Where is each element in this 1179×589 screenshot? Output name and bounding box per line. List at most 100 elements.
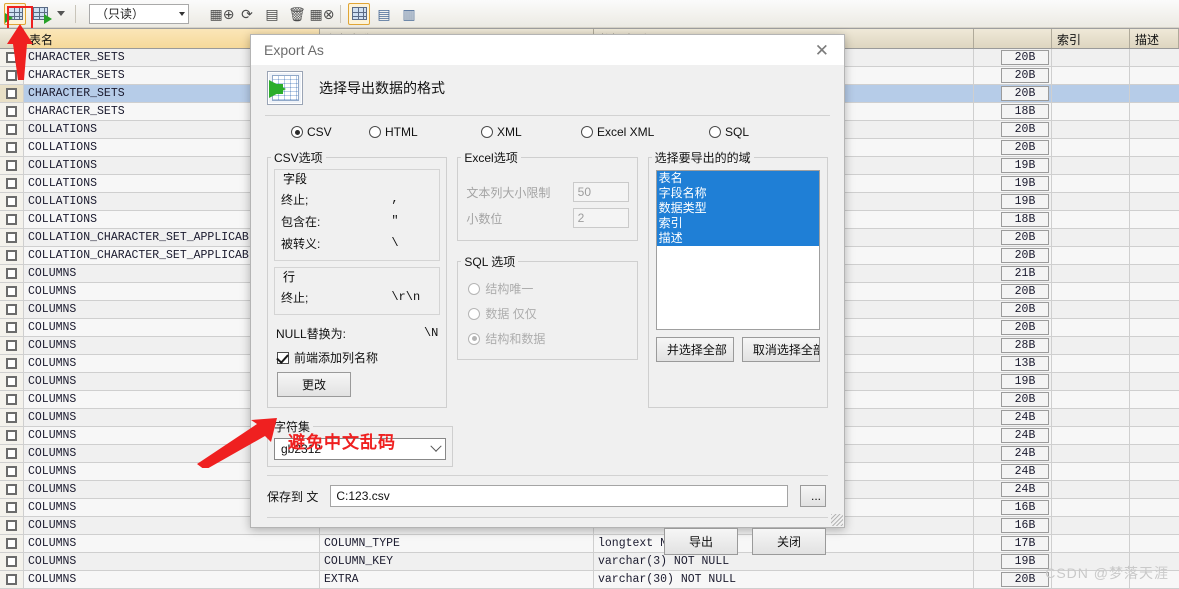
row-checkbox[interactable] bbox=[0, 463, 24, 480]
field-list-item[interactable]: 表名 bbox=[656, 171, 820, 186]
row-checkbox[interactable] bbox=[0, 193, 24, 210]
row-checkbox[interactable] bbox=[0, 337, 24, 354]
cell-length: 20B bbox=[974, 571, 1052, 588]
format-radio-sql[interactable]: SQL bbox=[709, 125, 749, 139]
cell-length: 24B bbox=[974, 409, 1052, 426]
resize-handle[interactable] bbox=[831, 514, 843, 526]
format-radio-xml[interactable]: XML bbox=[481, 125, 581, 139]
row-checkbox[interactable] bbox=[0, 103, 24, 120]
sql-option-radio[interactable]: 结构唯一 bbox=[458, 276, 636, 301]
row-checkbox[interactable] bbox=[0, 211, 24, 228]
cell-index bbox=[1052, 283, 1130, 300]
row-checkbox[interactable] bbox=[0, 427, 24, 444]
grid-header-index[interactable]: 索引 bbox=[1052, 29, 1130, 48]
delete-icon[interactable]: 🗑 bbox=[286, 3, 308, 25]
row-checkbox[interactable] bbox=[0, 139, 24, 156]
row-checkbox[interactable] bbox=[0, 373, 24, 390]
cell-index bbox=[1052, 337, 1130, 354]
save-icon[interactable]: ▤ bbox=[261, 3, 283, 25]
table-row[interactable]: COLUMNS COLUMN_KEY varchar(3) NOT NULL 19B bbox=[0, 553, 1179, 571]
row-checkbox[interactable] bbox=[0, 481, 24, 498]
dialog-title-bar[interactable]: Export As ✕ bbox=[251, 35, 844, 65]
row-checkbox[interactable] bbox=[0, 85, 24, 102]
row-checkbox[interactable] bbox=[0, 409, 24, 426]
chevron-down-icon[interactable] bbox=[54, 3, 68, 25]
close-icon[interactable]: ✕ bbox=[810, 40, 834, 61]
export-button[interactable]: 导出 bbox=[664, 528, 738, 555]
row-checkbox[interactable] bbox=[0, 517, 24, 534]
charset-select[interactable]: gb2312 bbox=[274, 438, 446, 460]
field-listbox[interactable]: 表名 字段名称 数据类型 索引 描述 bbox=[655, 170, 821, 330]
row-checkbox[interactable] bbox=[0, 571, 24, 588]
csv-line-subgroup: 行 终止; \r\n bbox=[274, 267, 441, 315]
sql-option-radio[interactable]: 结构和数据 bbox=[458, 326, 636, 351]
cell-description bbox=[1130, 85, 1179, 102]
cell-data-type: varchar(30) NOT NULL bbox=[594, 571, 974, 588]
field-list-item[interactable]: 索引 bbox=[656, 216, 820, 231]
cell-length: 20B bbox=[974, 247, 1052, 264]
cell-length: 20B bbox=[974, 301, 1052, 318]
field-list-item[interactable]: 描述 bbox=[656, 231, 820, 246]
row-checkbox[interactable] bbox=[0, 247, 24, 264]
csv-field-value[interactable]: \ bbox=[387, 236, 433, 250]
chevron-down-icon bbox=[430, 440, 442, 452]
excel-decimal-input[interactable]: 2 bbox=[572, 208, 629, 228]
select-all-button[interactable]: 并选择全部 bbox=[655, 337, 734, 362]
csv-line-value[interactable]: \r\n bbox=[387, 290, 433, 304]
excel-options-panel: Excel选项 文本列大小限制 50 小数位 2 bbox=[457, 149, 638, 241]
row-checkbox[interactable] bbox=[0, 175, 24, 192]
row-checkbox[interactable] bbox=[0, 499, 24, 516]
field-list-item[interactable]: 数据类型 bbox=[656, 201, 820, 216]
cell-description bbox=[1130, 517, 1179, 534]
dialog-header: 选择导出数据的格式 bbox=[263, 65, 832, 115]
csv-field-value[interactable]: " bbox=[387, 214, 433, 228]
csv-field-value[interactable]: , bbox=[387, 192, 433, 206]
row-checkbox[interactable] bbox=[0, 229, 24, 246]
row-checkbox[interactable] bbox=[0, 49, 24, 66]
cell-index bbox=[1052, 481, 1130, 498]
deselect-all-button[interactable]: 取消选择全部 bbox=[741, 337, 820, 362]
row-checkbox[interactable] bbox=[0, 355, 24, 372]
form-view-icon[interactable]: ▤ bbox=[373, 3, 395, 25]
add-row-icon[interactable]: ▦⊕ bbox=[210, 3, 235, 25]
row-checkbox[interactable] bbox=[0, 67, 24, 84]
grid-view-icon[interactable] bbox=[348, 2, 370, 25]
row-checkbox[interactable] bbox=[0, 535, 24, 552]
import-grid-icon[interactable] bbox=[29, 3, 52, 25]
browse-button[interactable]: ... bbox=[800, 485, 826, 507]
grid-header-corner[interactable] bbox=[0, 29, 24, 48]
refresh-icon[interactable]: ⟳ bbox=[236, 3, 258, 25]
cell-length: 24B bbox=[974, 427, 1052, 444]
row-checkbox[interactable] bbox=[0, 265, 24, 282]
table-row[interactable]: COLUMNS EXTRA varchar(30) NOT NULL 20B bbox=[0, 571, 1179, 589]
grid-header-description[interactable]: 描述 bbox=[1130, 29, 1179, 48]
change-button[interactable]: 更改 bbox=[277, 372, 351, 397]
close-button[interactable]: 关闭 bbox=[752, 528, 826, 555]
cell-index bbox=[1052, 427, 1130, 444]
row-checkbox[interactable] bbox=[0, 391, 24, 408]
prepend-column-names-checkbox[interactable]: 前端添加列名称 bbox=[268, 345, 446, 368]
row-checkbox[interactable] bbox=[0, 283, 24, 300]
cell-length: 20B bbox=[974, 319, 1052, 336]
row-checkbox[interactable] bbox=[0, 157, 24, 174]
row-checkbox[interactable] bbox=[0, 553, 24, 570]
row-checkbox[interactable] bbox=[0, 319, 24, 336]
export-grid-icon[interactable] bbox=[4, 2, 33, 30]
format-radio-html[interactable]: HTML bbox=[369, 125, 481, 139]
text-view-icon[interactable]: ▥ bbox=[398, 3, 420, 25]
row-checkbox[interactable] bbox=[0, 445, 24, 462]
remove-grid-icon[interactable]: ▦⊗ bbox=[310, 3, 335, 25]
row-checkbox[interactable] bbox=[0, 121, 24, 138]
readonly-select[interactable]: （只读） bbox=[89, 3, 189, 24]
excel-text-limit-input[interactable]: 50 bbox=[572, 182, 629, 202]
row-checkbox[interactable] bbox=[0, 301, 24, 318]
save-path-input[interactable]: C:123.csv bbox=[330, 485, 788, 507]
cell-index bbox=[1052, 229, 1130, 246]
grid-header-length[interactable] bbox=[974, 29, 1052, 48]
csv-null-value[interactable]: \N bbox=[424, 326, 438, 340]
format-radio-csv[interactable]: CSV bbox=[291, 125, 369, 139]
format-radio-excel-xml[interactable]: Excel XML bbox=[581, 125, 709, 139]
cell-length: 21B bbox=[974, 265, 1052, 282]
field-list-item[interactable]: 字段名称 bbox=[656, 186, 820, 201]
sql-option-radio[interactable]: 数据 仅仅 bbox=[458, 301, 636, 326]
